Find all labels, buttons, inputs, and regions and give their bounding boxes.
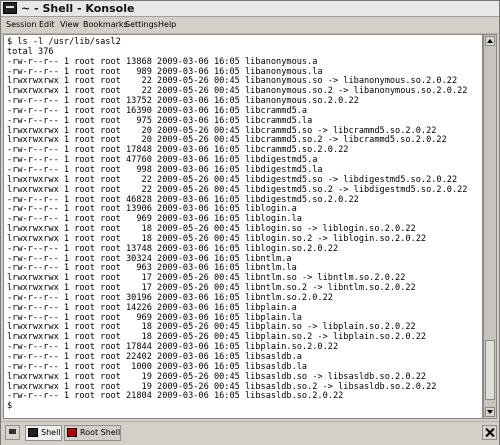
close-tab-icon[interactable] — [482, 425, 497, 440]
tab-bar: Shell Root Shell — [1, 421, 499, 445]
konsole-window: ~ - Shell - Konsole Session Edit View Bo… — [0, 0, 500, 445]
menu-session[interactable]: Session — [6, 18, 37, 32]
terminal-line: $ — [7, 401, 13, 412]
new-tab-icon[interactable] — [5, 425, 20, 440]
scroll-up-icon[interactable] — [485, 36, 495, 46]
tab-label: Shell — [41, 428, 61, 437]
window-title: ~ - Shell - Konsole — [21, 2, 135, 15]
menu-bar: Session Edit View Bookmarks Settings Hel… — [1, 17, 499, 34]
menu-view[interactable]: View — [60, 18, 79, 32]
terminal-output[interactable]: $ ls -l /usr/lib/sasl2 total 376 -rw-r--r-… — [3, 34, 483, 419]
terminal-line: -rw-r--r-- 1 root root 21804 2009-03-06 … — [7, 391, 344, 402]
menu-bookmarks[interactable]: Bookmarks — [83, 18, 128, 32]
terminal-lines: $ ls -l /usr/lib/sasl2 total 376 -rw-r--r-… — [7, 37, 480, 412]
scroll-down-icon[interactable] — [485, 407, 495, 417]
vertical-scrollbar[interactable] — [483, 34, 497, 419]
scrollbar-thumb[interactable] — [485, 340, 495, 400]
tab-label: Root Shell — [80, 428, 121, 437]
terminal-line: $ ls -l /usr/lib/sasl2 — [7, 37, 121, 47]
menu-settings[interactable]: Settings — [125, 18, 158, 32]
title-bar[interactable]: ~ - Shell - Konsole — [1, 1, 499, 17]
menu-edit[interactable]: Edit — [39, 18, 55, 32]
tab-root-shell[interactable]: Root Shell — [64, 425, 121, 441]
terminal-icon — [28, 428, 38, 437]
terminal-icon[interactable] — [3, 2, 17, 14]
root-terminal-icon — [67, 428, 77, 437]
menu-help[interactable]: Help — [158, 18, 176, 32]
tab-shell[interactable]: Shell — [25, 425, 62, 441]
